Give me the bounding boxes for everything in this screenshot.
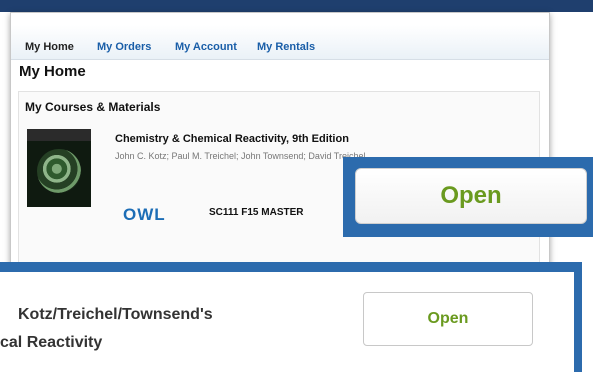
- open-button[interactable]: Open: [355, 168, 587, 224]
- nav-my-home[interactable]: My Home: [25, 41, 74, 53]
- nav-my-account[interactable]: My Account: [175, 41, 237, 53]
- course-code: SC111 F15 MASTER: [209, 207, 304, 218]
- book-title[interactable]: Chemistry & Chemical Reactivity, 9th Edi…: [115, 133, 349, 145]
- page-title: My Home: [19, 63, 86, 80]
- cover-strip: [27, 129, 91, 141]
- nav-my-rentals[interactable]: My Rentals: [257, 41, 315, 53]
- top-bar: [0, 0, 593, 12]
- bottom-book-title-line1: Kotz/Treichel/Townsend's: [18, 306, 213, 323]
- bottom-open-button[interactable]: Open: [363, 292, 533, 346]
- nav-my-orders[interactable]: My Orders: [97, 41, 151, 53]
- book-cover-image[interactable]: [27, 129, 91, 207]
- book-authors: John C. Kotz; Paul M. Treichel; John Tow…: [115, 151, 366, 161]
- cover-spiral-graphic: [37, 149, 81, 193]
- owl-logo-icon: OWL: [123, 205, 166, 224]
- courses-heading: My Courses & Materials: [25, 100, 161, 114]
- top-nav: My Home My Orders My Account My Rentals: [11, 25, 549, 60]
- bottom-book-title-line2: cal Reactivity: [0, 334, 103, 351]
